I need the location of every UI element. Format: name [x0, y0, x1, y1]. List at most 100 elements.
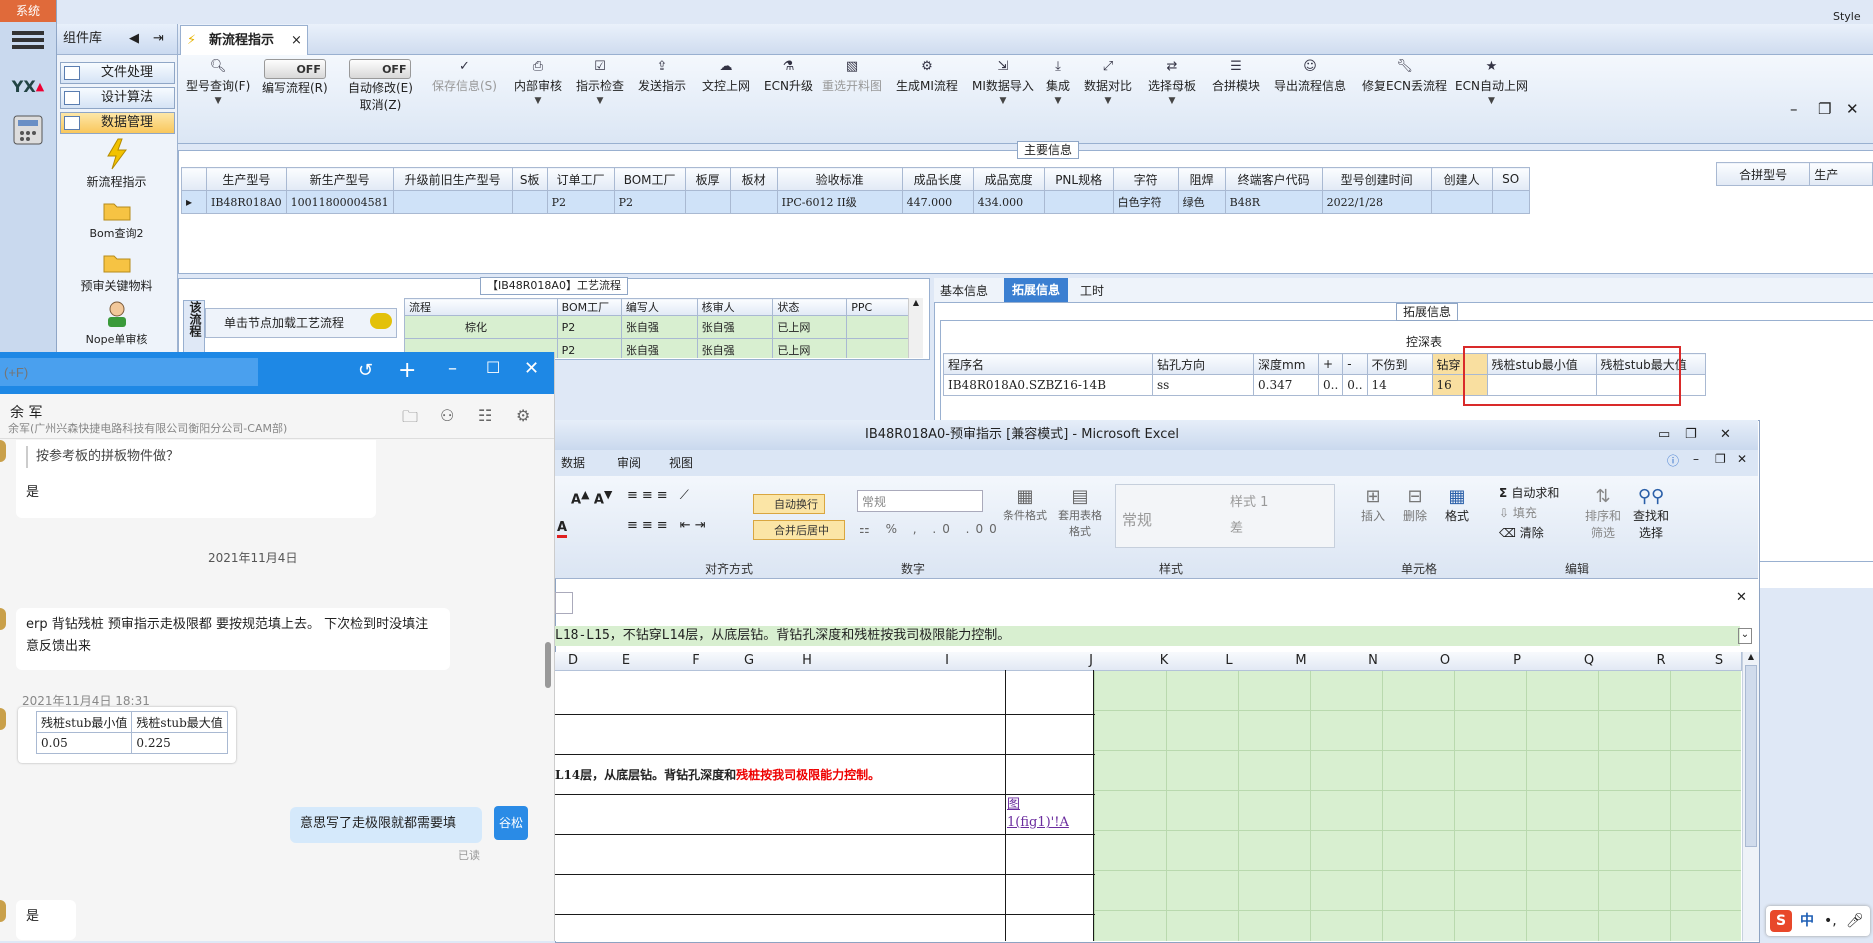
table-cell[interactable]: ss [1152, 374, 1254, 396]
table-cell[interactable] [1491, 190, 1530, 214]
align-top-icons[interactable]: ≡≡≡ ⟋ [627, 488, 693, 503]
fill-button[interactable]: ⇩ 填充 [1499, 504, 1537, 521]
format-button[interactable]: ▦ 格式 [1439, 486, 1475, 524]
table-cell[interactable]: 2022/1/28 [1321, 190, 1432, 214]
insert-button[interactable]: ⊞ 插入 [1355, 486, 1391, 524]
column-header[interactable]: 创建人 [1430, 167, 1493, 191]
close-icon[interactable]: ✕ [524, 358, 539, 379]
cond-format-button[interactable]: ▦ 条件格式 [999, 486, 1051, 523]
column-header[interactable]: F [661, 652, 732, 671]
fix-ecn-button[interactable]: 🔧︎ 修复ECN丢流程 [1362, 59, 1447, 94]
table-cell[interactable]: 0.. [1317, 374, 1344, 396]
menu-review[interactable]: 审阅 [617, 454, 641, 471]
column-header[interactable]: Q [1553, 652, 1626, 671]
column-header[interactable]: SO [1491, 167, 1530, 191]
column-header[interactable]: N [1337, 652, 1410, 671]
column-header[interactable]: 字符 [1112, 167, 1179, 191]
generate-mi-button[interactable]: ⚙ 生成MI流程 [896, 59, 958, 94]
tab-extended-info[interactable]: 拓展信息 [1004, 278, 1069, 302]
menu-data[interactable]: 数据 [561, 454, 585, 471]
key-material-shortcut[interactable]: 预审关键物料 [60, 250, 173, 294]
font-size-up-icon[interactable]: A▲ A▼ [571, 488, 612, 507]
process-scrollbar[interactable]: ▲ [908, 298, 923, 358]
table-cell[interactable]: 0.. [1342, 374, 1368, 396]
chat-scrollbar[interactable] [545, 642, 551, 688]
formula-bar[interactable]: L18-L15，不钻穿L14层，从底层钻。背钻孔深度和残桩按我司极限能力控制。 [555, 626, 1740, 646]
formula-bar-close-icon[interactable]: ✕ [1736, 590, 1747, 605]
save-info-button[interactable]: ✓ 保存信息(S) [432, 59, 497, 94]
table-cell[interactable]: P2 [613, 190, 686, 214]
column-header[interactable]: 阻焊 [1177, 167, 1226, 191]
merge-model-table[interactable]: 合拼型号 生产 [1715, 162, 1873, 186]
nope-review-shortcut[interactable]: Nope单审核 [60, 300, 173, 347]
wrap-text-button[interactable]: 自动换行 [753, 494, 825, 514]
column-header[interactable]: 终端客户代码 [1224, 167, 1323, 191]
table-cell[interactable]: IB48R018A0.SZBZ16-14B [943, 374, 1153, 396]
restore-icon[interactable]: ❐ [1818, 100, 1831, 118]
help-icon[interactable]: ⓘ [1667, 452, 1679, 469]
column-header[interactable]: BOM工厂 [556, 298, 622, 316]
column-header[interactable]: 编写人 [620, 298, 698, 316]
column-header[interactable]: O [1409, 652, 1482, 671]
delete-button[interactable]: ⊟ 删除 [1397, 486, 1433, 524]
table-cell[interactable] [511, 190, 548, 214]
column-header[interactable]: PNL规格 [1043, 167, 1114, 191]
column-header[interactable]: 验收标准 [776, 167, 903, 191]
new-flow-shortcut[interactable]: 新流程指示 [60, 138, 173, 190]
add-icon[interactable]: + [398, 358, 416, 383]
menu-icon[interactable] [12, 28, 44, 56]
style-label[interactable]: Style [1833, 10, 1861, 23]
column-header[interactable]: + [1317, 353, 1344, 375]
close-icon[interactable]: ✕ [1720, 420, 1731, 450]
excel-grid[interactable] [555, 652, 1741, 941]
load-flow-hint[interactable]: 单击节点加载工艺流程 [205, 308, 397, 338]
column-header[interactable]: G [731, 652, 768, 671]
check-instruction-button[interactable]: ☑ 指示检查 ▼ [576, 59, 624, 106]
table-cell[interactable]: 绿色 [1177, 190, 1226, 214]
mi-import-button[interactable]: ⇲ MI数据导入 ▼ [972, 59, 1034, 106]
main-info-table[interactable]: 生产型号 新生产型号 升级前旧生产型号 S板 订单工厂 BOM工厂 板厚 板材 验收标准 成品长度… [181, 167, 1530, 214]
column-header[interactable]: 核审人 [696, 298, 774, 316]
clear-button[interactable]: ⌫ 清除 [1499, 524, 1544, 541]
table-cell[interactable] [1043, 190, 1114, 214]
restore-icon[interactable]: ❐ [1685, 420, 1697, 450]
column-header[interactable]: 新生产型号 [285, 167, 394, 191]
autosum-button[interactable]: Σ 自动求和 [1499, 484, 1559, 501]
column-header[interactable]: 流程 [404, 298, 558, 316]
name-box[interactable] [555, 592, 573, 614]
column-header[interactable]: 钻孔方向 [1152, 353, 1254, 375]
pin-icon[interactable]: ⇥ [153, 24, 164, 54]
column-header[interactable]: 状态 [772, 298, 848, 316]
table-cell[interactable] [392, 190, 513, 214]
column-header[interactable]: I [847, 652, 1048, 671]
system-tab[interactable]: 系统 [0, 0, 56, 22]
menu-view[interactable]: 视图 [669, 454, 693, 471]
table-cell[interactable]: 434.000 [972, 190, 1045, 214]
doc-online-button[interactable]: ☁ 文控上网 [702, 59, 750, 94]
chat-image-table[interactable]: 残桩stub最小值 残桩stub最大值 0.05 0.225 [18, 707, 236, 763]
table-cell[interactable]: 0.347 [1253, 374, 1319, 396]
reselect-cut-button[interactable]: ▧ 重选开料图 [822, 59, 882, 94]
table-cell[interactable] [684, 190, 731, 214]
close-icon[interactable]: ✕ [1846, 100, 1859, 118]
table-cell[interactable]: IPC-6012 II级 [776, 190, 903, 214]
column-header[interactable]: H [767, 652, 848, 671]
merge-center-button[interactable]: 合并后居中 [753, 520, 845, 540]
ime-toolbar[interactable]: S 中 •, 🎤︎ [1766, 906, 1870, 936]
integrate-button[interactable]: ⤓ 集成 ▼ [1046, 59, 1070, 106]
close-tab-icon[interactable]: × [291, 26, 302, 56]
column-header[interactable]: 生产型号 [206, 167, 287, 191]
find-select-button[interactable]: ⚲⚲ 查找和选择 [1629, 486, 1673, 541]
maximize-icon[interactable]: ☐ [486, 358, 500, 377]
column-header[interactable]: D [555, 652, 592, 671]
column-header[interactable]: - [1342, 353, 1368, 375]
process-side-tab[interactable]: 该流程 [183, 300, 205, 358]
column-header[interactable]: P [1481, 652, 1554, 671]
column-header[interactable]: 成品宽度 [972, 167, 1045, 191]
style-gallery[interactable]: 常规 样式 1 差 [1115, 484, 1335, 548]
chat-search-input[interactable] [0, 358, 258, 386]
tab-work-hours[interactable]: 工时 [1080, 282, 1104, 299]
data-compare-button[interactable]: ⤢ 数据对比 ▼ [1084, 59, 1132, 106]
collapse-left-icon[interactable]: ◀ [129, 24, 139, 54]
restore-icon[interactable]: ❐ [1715, 452, 1726, 466]
